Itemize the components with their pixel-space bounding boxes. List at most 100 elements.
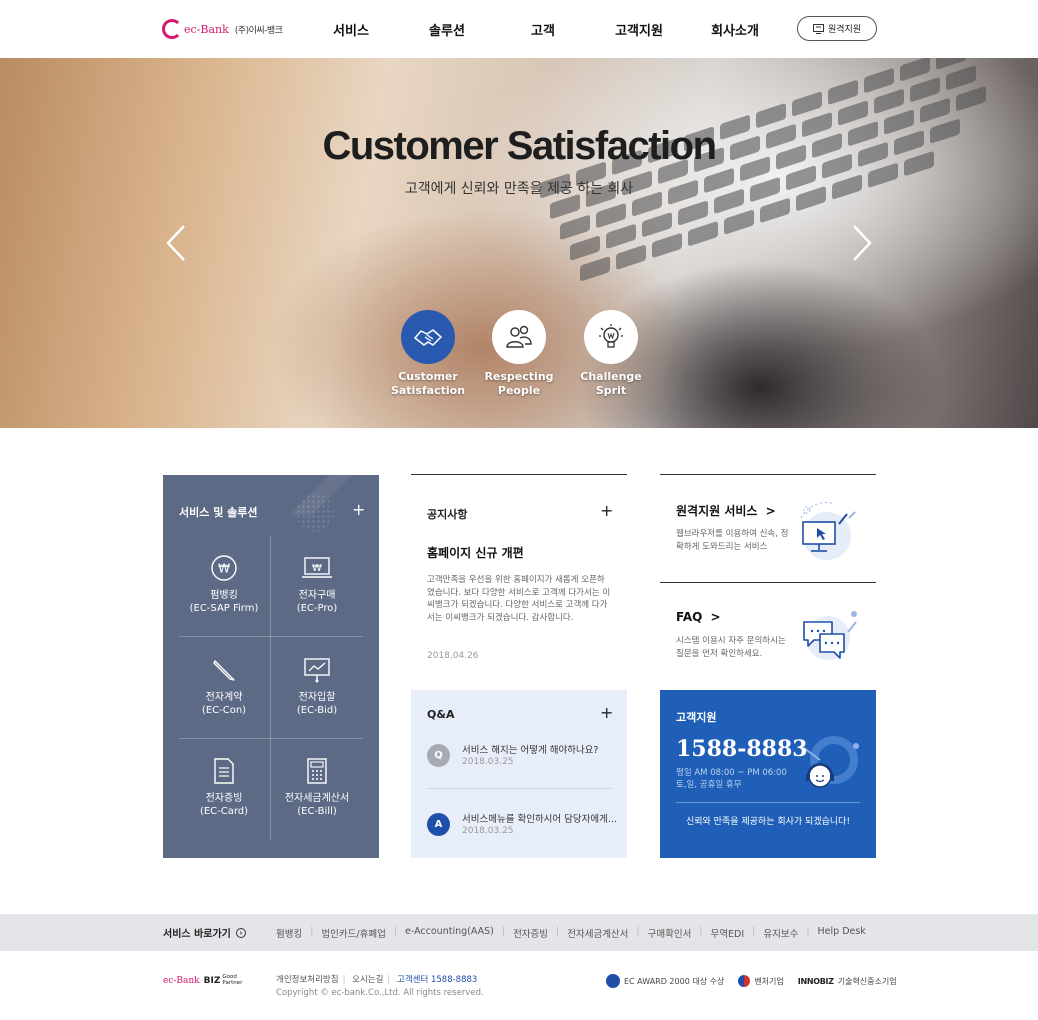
notice-title: 공지사항 bbox=[427, 508, 468, 521]
nav-solutions[interactable]: 솔루션 bbox=[429, 20, 465, 39]
hero-prev-arrow-icon[interactable] bbox=[164, 223, 188, 263]
quick-link[interactable]: e-Accounting(AAS) bbox=[405, 926, 494, 940]
notice-body: 고객만족을 우선을 위한 홈페이지가 새롭게 오픈하였습니다. 보다 다양한 서… bbox=[427, 575, 611, 623]
innobiz-logo: INNOBIZ bbox=[797, 976, 834, 986]
quick-link[interactable]: 전자증빙 bbox=[513, 926, 548, 940]
quick-link[interactable]: Help Desk bbox=[818, 926, 866, 940]
directions-link[interactable]: 오시는길 bbox=[352, 975, 383, 985]
service-bid[interactable]: 전자입찰 (EC-Bid) bbox=[272, 655, 362, 717]
service-bill[interactable]: 전자세금계산서 (EC-Bill) bbox=[272, 756, 362, 818]
hero-next-arrow-icon[interactable] bbox=[850, 223, 874, 263]
value-customer-satisfaction[interactable]: Customer Satisfaction bbox=[383, 310, 473, 398]
logo-sub: (주)이씨-뱅크 bbox=[234, 25, 283, 36]
venture-icon bbox=[738, 975, 751, 987]
nav-services[interactable]: 서비스 bbox=[333, 20, 369, 39]
support-phone[interactable]: 1588-8883 bbox=[676, 736, 808, 762]
quick-link[interactable]: 펌뱅킹 bbox=[276, 926, 302, 940]
nav-support[interactable]: 고객지원 bbox=[615, 20, 663, 39]
service-name-1: 펌뱅킹 bbox=[210, 590, 238, 601]
services-dot-decoration bbox=[296, 494, 334, 532]
value-label-1b: Satisfaction bbox=[390, 384, 466, 397]
service-name-6: 전자세금계산서 bbox=[284, 793, 350, 804]
logo[interactable]: ec-Bank (주)이씨-뱅크 bbox=[162, 16, 283, 42]
qa-more-button[interactable]: + bbox=[600, 705, 613, 721]
service-name-2: 전자구매 bbox=[298, 590, 336, 601]
notice-headline[interactable]: 홈페이지 신규 개편 bbox=[427, 544, 524, 561]
remote-top-line bbox=[660, 474, 876, 475]
footer-links: 개인정보처리방침 | 오시는길 | 고객센터 1588-8883 bbox=[276, 975, 478, 985]
answer-badge: A bbox=[427, 813, 450, 836]
svg-text:₩: ₩ bbox=[218, 562, 230, 576]
quick-link[interactable]: 전자세금계산서 bbox=[567, 926, 628, 940]
support-hours-weekday: 평일 AM 08:00 ~ PM 06:00 bbox=[676, 768, 787, 778]
chevron-right-icon: > bbox=[710, 610, 721, 624]
keyboard-decoration bbox=[520, 58, 1020, 349]
services-more-button[interactable]: + bbox=[352, 502, 365, 518]
ec-award-icon bbox=[606, 974, 620, 988]
nav-company[interactable]: 회사소개 bbox=[711, 20, 759, 39]
question-badge: Q bbox=[427, 744, 450, 767]
award-badge: EC AWARD 2000 대상 수상 bbox=[606, 974, 724, 988]
monitor-icon bbox=[812, 23, 824, 34]
nav-customer[interactable]: 고객 bbox=[531, 20, 555, 39]
footer-badges: EC AWARD 2000 대상 수상 벤처기업 INNOBIZ 기술혁신중소기업 bbox=[606, 974, 911, 988]
hero-subtitle: 고객에게 신뢰와 만족을 제공 하는 회사 bbox=[404, 181, 634, 197]
quick-link[interactable]: 유지보수 bbox=[763, 926, 798, 940]
hero-banner: Customer Satisfaction 고객에게 신뢰와 만족을 제공 하는… bbox=[0, 58, 1038, 428]
quick-links-title[interactable]: 서비스 바로가기 › bbox=[163, 925, 246, 940]
service-card[interactable]: 전자증빙 (EC-Card) bbox=[179, 756, 269, 818]
calculator-icon bbox=[272, 756, 362, 786]
qa-row-date: 2018.03.25 bbox=[462, 826, 514, 836]
services-divider-2 bbox=[179, 738, 363, 739]
faq-top-line bbox=[660, 582, 876, 583]
remote-monitor-icon bbox=[800, 502, 856, 560]
service-name-3: 전자계약 bbox=[205, 692, 243, 703]
hero-title: Customer Satisfaction bbox=[322, 124, 717, 168]
innobiz-badge: INNOBIZ 기술혁신중소기업 bbox=[797, 976, 897, 986]
remote-service-link[interactable]: 원격지원 서비스 > bbox=[676, 502, 776, 519]
quick-link[interactable]: 법인카드/휴폐업 bbox=[321, 926, 385, 940]
remote-support-label: 원격지원 bbox=[827, 25, 862, 35]
handshake-icon bbox=[401, 310, 455, 364]
notice-more-button[interactable]: + bbox=[600, 503, 613, 519]
support-slogan: 신뢰와 만족을 제공하는 회사가 되겠습니다! bbox=[685, 817, 851, 827]
chevron-circle-icon: › bbox=[235, 927, 246, 938]
faq-title: FAQ bbox=[676, 610, 703, 624]
won-coin-icon: ₩ bbox=[179, 553, 269, 583]
support-hours: 평일 AM 08:00 ~ PM 06:00 토,일, 공휴일 휴무 bbox=[676, 767, 787, 791]
support-headset-icon bbox=[803, 736, 859, 788]
qa-row-date: 2018.03.25 bbox=[462, 757, 514, 767]
notice-top-line bbox=[411, 474, 627, 475]
customer-center-link[interactable]: 고객센터 1588-8883 bbox=[397, 975, 477, 985]
footer-logo-biz: BIZ bbox=[203, 976, 221, 986]
service-purchase[interactable]: ₩ 전자구매 (EC-Pro) bbox=[272, 553, 362, 615]
qa-row-text: 서비스메뉴를 확인하시어 담당자에게... bbox=[462, 814, 617, 825]
support-divider bbox=[676, 802, 860, 803]
quick-link[interactable]: 무역EDI bbox=[711, 926, 745, 940]
qa-row-text: 서비스 해지는 어떻게 해야하나요? bbox=[462, 745, 599, 756]
logo-mark-icon bbox=[162, 19, 182, 39]
services-divider-1 bbox=[179, 636, 363, 637]
document-icon bbox=[179, 756, 269, 786]
quick-link[interactable]: 구매확인서 bbox=[648, 926, 692, 940]
remote-support-button[interactable]: 원격지원 bbox=[797, 16, 877, 41]
header: ec-Bank (주)이씨-뱅크 서비스 솔루션 고객 고객지원 회사소개 원격… bbox=[0, 0, 1038, 58]
svg-text:₩: ₩ bbox=[312, 563, 322, 574]
support-hours-weekend: 토,일, 공휴일 휴무 bbox=[676, 780, 742, 790]
remote-service-title: 원격지원 서비스 bbox=[676, 504, 758, 518]
quick-links-title-text: 서비스 바로가기 bbox=[163, 929, 231, 940]
service-contract[interactable]: 전자계약 (EC-Con) bbox=[179, 655, 269, 717]
service-name-4: 전자입찰 bbox=[298, 692, 336, 703]
value-label-3b: Sprit bbox=[595, 384, 627, 397]
privacy-policy-link[interactable]: 개인정보처리방침 bbox=[276, 975, 339, 985]
service-firmbanking[interactable]: ₩ 펌뱅킹 (EC-SAP Firm) bbox=[179, 553, 269, 615]
value-challenge-sprit[interactable]: Challenge Sprit bbox=[566, 310, 656, 398]
value-respecting-people[interactable]: Respecting People bbox=[474, 310, 564, 398]
faq-link[interactable]: FAQ > bbox=[676, 610, 721, 624]
copyright: Copyright © ec-bank.Co.,Ltd. All rights … bbox=[276, 988, 484, 998]
logo-text: ec-Bank bbox=[184, 22, 229, 36]
quick-links-bar: 서비스 바로가기 › 펌뱅킹 | 법인카드/휴폐업 | e-Accounting(A… bbox=[0, 914, 1038, 951]
remote-service-desc: 웹브라우저를 이용하여 신속, 정확하게 도와드리는 서비스 bbox=[676, 529, 789, 552]
chat-bubbles-icon bbox=[803, 611, 857, 660]
service-code-4: (EC-Bid) bbox=[296, 705, 338, 716]
